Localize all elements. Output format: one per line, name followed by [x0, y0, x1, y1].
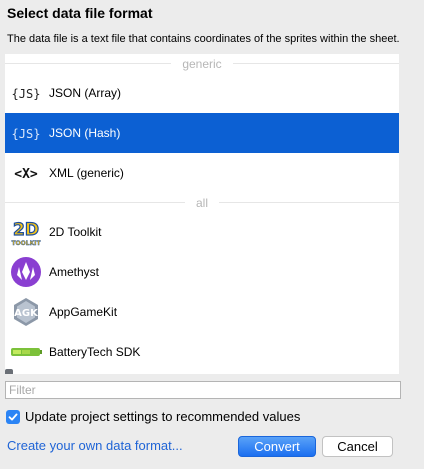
list-item-appgamekit[interactable]: AGK AppGameKit [5, 292, 399, 332]
list-item-json-hash[interactable]: {JS} JSON (Hash) [5, 113, 399, 153]
list-item-xml[interactable]: <X> XML (generic) [5, 153, 399, 193]
section-header-label: generic [182, 56, 222, 71]
dialog-description: The data file is a text file that contai… [7, 33, 400, 45]
update-settings-option[interactable]: Update project settings to recommended v… [6, 409, 300, 424]
xml-icon: <X> [10, 157, 42, 189]
filter-input[interactable] [5, 381, 401, 399]
partial-list-item-icon [5, 369, 13, 374]
list-item-amethyst[interactable]: Amethyst [5, 252, 399, 292]
json-glyph: {JS} [12, 127, 41, 141]
section-divider [219, 202, 399, 203]
section-divider [5, 63, 172, 64]
list-item-label: Amethyst [49, 265, 100, 279]
2d-toolkit-icon: 2D TOOLKIT [10, 216, 42, 248]
section-header-all: all [5, 193, 399, 212]
section-header-generic: generic [5, 54, 399, 73]
list-item-label: JSON (Array) [49, 86, 121, 100]
toolkit-glyph: 2D [13, 220, 39, 240]
list-item-label: BatteryTech SDK [49, 345, 141, 359]
appgamekit-icon: AGK [10, 296, 42, 328]
section-divider [5, 202, 185, 203]
dialog-title: Select data file format [7, 5, 153, 21]
list-item-label: AppGameKit [49, 305, 118, 319]
agk-glyph: AGK [14, 308, 39, 319]
section-divider [232, 63, 399, 64]
list-item-json-array[interactable]: {JS} JSON (Array) [5, 73, 399, 113]
list-item-label: JSON (Hash) [49, 126, 121, 140]
toolkit-caption: TOOLKIT [11, 240, 41, 247]
list-item-2d-toolkit[interactable]: 2D TOOLKIT 2D Toolkit [5, 212, 399, 252]
section-header-label: all [196, 195, 209, 210]
format-list[interactable]: generic {JS} JSON (Array) {JS} JSON (Has… [5, 54, 399, 374]
list-item-label: 2D Toolkit [49, 225, 102, 239]
list-item-batterytech[interactable]: BatteryTech SDK [5, 332, 399, 372]
update-settings-label[interactable]: Update project settings to recommended v… [25, 409, 300, 424]
cancel-button[interactable]: Cancel [322, 436, 393, 457]
checkmark-icon [8, 413, 18, 420]
batterytech-icon [10, 336, 42, 368]
list-item-label: XML (generic) [49, 166, 124, 180]
create-format-link[interactable]: Create your own data format... [7, 438, 183, 453]
update-settings-checkbox[interactable] [6, 409, 20, 424]
json-array-icon: {JS} [10, 77, 42, 109]
convert-button[interactable]: Convert [238, 436, 316, 457]
json-hash-icon: {JS} [10, 117, 42, 149]
amethyst-icon [10, 256, 42, 288]
json-glyph: {JS} [12, 87, 41, 101]
xml-glyph: <X> [14, 167, 38, 182]
